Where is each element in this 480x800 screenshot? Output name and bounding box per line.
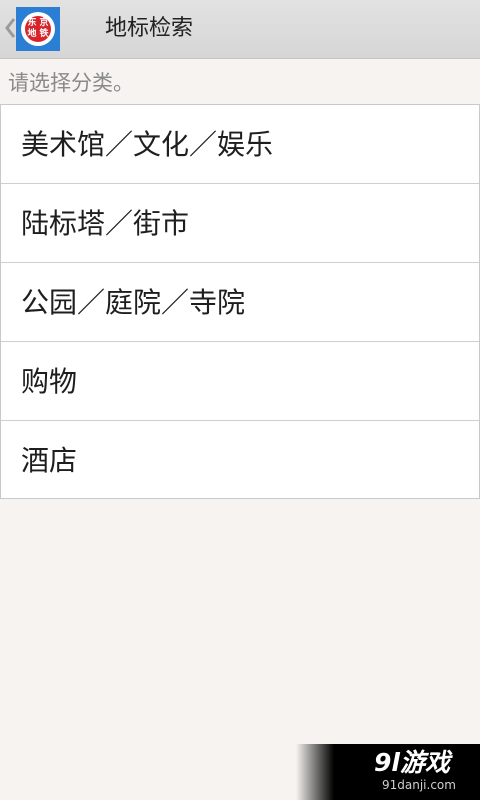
- category-label: 酒店: [21, 444, 78, 477]
- category-label: 陆标塔／街市: [21, 207, 190, 240]
- app-logo[interactable]: 东 京 地 铁: [16, 7, 60, 51]
- watermark: 9l游戏 91danji.com: [296, 744, 480, 800]
- watermark-logo: 9l游戏: [374, 748, 450, 777]
- category-prompt: 请选择分类。: [8, 71, 134, 95]
- category-item-shopping[interactable]: 购物: [1, 342, 479, 421]
- title-bar: 东 京 地 铁 地标检索: [0, 0, 480, 59]
- category-item-landmark-tower-street[interactable]: 陆标塔／街市: [1, 184, 479, 263]
- page-title: 地标检索: [105, 16, 194, 41]
- category-label: 购物: [21, 365, 78, 398]
- category-label: 公园／庭院／寺院: [21, 286, 246, 319]
- category-item-park-garden-temple[interactable]: 公园／庭院／寺院: [1, 263, 479, 342]
- category-list: 美术馆／文化／娱乐 陆标塔／街市 公园／庭院／寺院 购物 酒店: [0, 104, 480, 499]
- chevron-left-icon[interactable]: [3, 14, 17, 42]
- logo-lettering: 东 京 地 铁: [27, 18, 49, 39]
- category-item-hotel[interactable]: 酒店: [1, 421, 479, 498]
- category-item-art-culture-entertainment[interactable]: 美术馆／文化／娱乐: [1, 105, 479, 184]
- watermark-url: 91danji.com: [382, 778, 456, 792]
- category-label: 美术馆／文化／娱乐: [21, 128, 274, 161]
